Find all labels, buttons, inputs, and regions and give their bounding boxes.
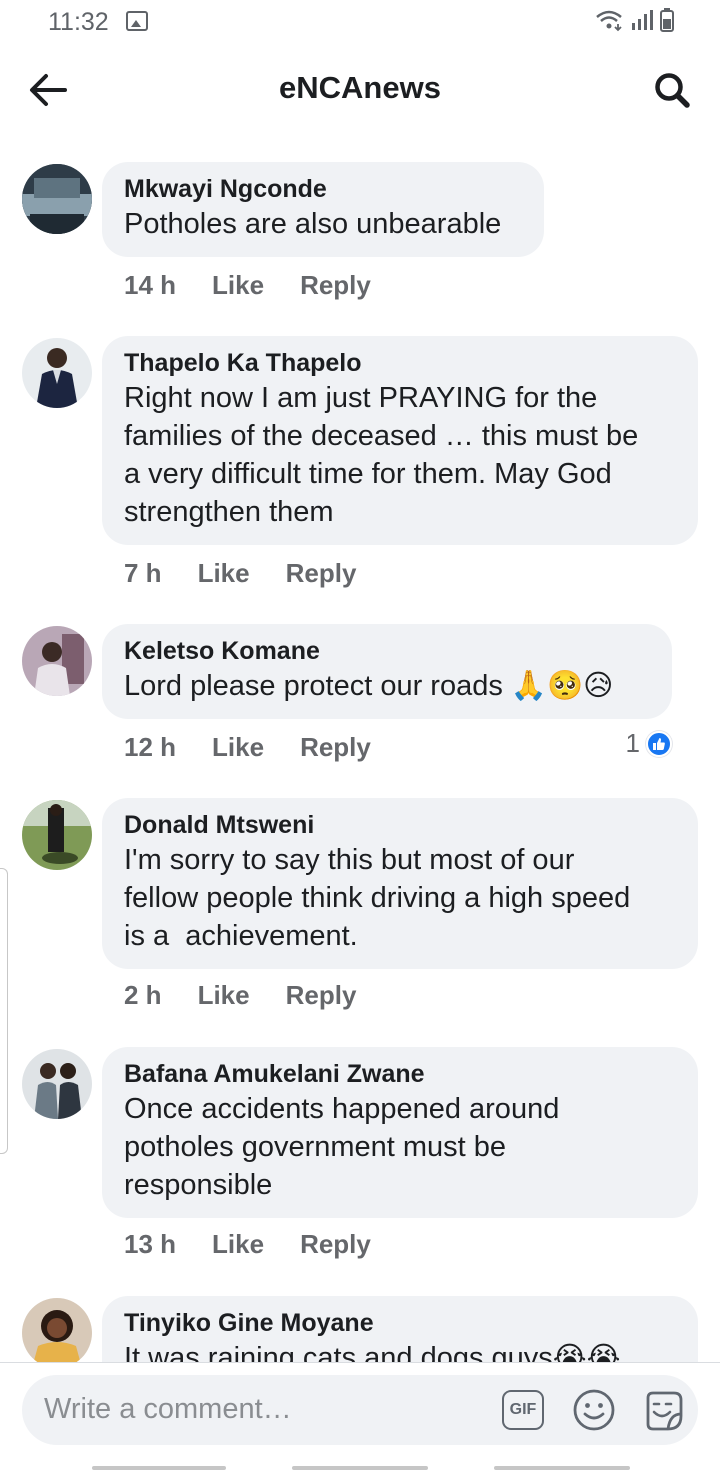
status-bar: 11:32 <box>0 0 720 44</box>
like-button[interactable]: Like <box>212 732 264 763</box>
gif-button[interactable]: GIF <box>502 1390 544 1430</box>
comment: Mkwayi Ngconde Potholes are also unbeara… <box>0 162 720 312</box>
comment-author[interactable]: Donald Mtsweni <box>124 809 676 841</box>
app-bar: eNCAnews <box>0 44 720 134</box>
comment: Donald Mtsweni I'm sorry to say this but… <box>0 798 720 1028</box>
comment-time[interactable]: 2 h <box>124 980 162 1011</box>
comment-text: Lord please protect our roads 🙏🥺😥 <box>124 670 614 702</box>
reply-button[interactable]: Reply <box>286 558 357 589</box>
comment: Tinyiko Gine Moyane It was raining cats … <box>0 1296 720 1362</box>
nav-back-indicator[interactable] <box>494 1466 630 1470</box>
comment-author[interactable]: Mkwayi Ngconde <box>124 173 522 205</box>
reply-button[interactable]: Reply <box>300 732 371 763</box>
avatar-image <box>22 338 92 408</box>
comment-actions: 2 h Like Reply <box>124 980 356 1011</box>
reply-button[interactable]: Reply <box>300 270 371 301</box>
reaction-summary[interactable]: 1 <box>626 728 672 759</box>
search-icon <box>655 73 690 108</box>
comment-actions: 14 h Like Reply <box>124 270 371 301</box>
nav-home-indicator[interactable] <box>292 1466 428 1470</box>
comment-time[interactable]: 12 h <box>124 732 176 763</box>
comment-text: I'm sorry to say this but most of our fe… <box>124 844 631 952</box>
signal-icon <box>632 10 653 30</box>
comment-bubble[interactable]: Tinyiko Gine Moyane It was raining cats … <box>102 1296 698 1362</box>
avatar[interactable] <box>22 1049 92 1119</box>
comment-bubble[interactable]: Keletso Komane Lord please protect our r… <box>102 624 672 719</box>
comment-bubble[interactable]: Donald Mtsweni I'm sorry to say this but… <box>102 798 698 969</box>
avatar[interactable] <box>22 626 92 696</box>
sticker-icon[interactable] <box>640 1388 686 1434</box>
comment-bubble[interactable]: Mkwayi Ngconde Potholes are also unbeara… <box>102 162 544 257</box>
comment-time[interactable]: 7 h <box>124 558 162 589</box>
reaction-count: 1 <box>625 728 640 758</box>
comment-bubble[interactable]: Bafana Amukelani Zwane Once accidents ha… <box>102 1047 698 1218</box>
thumbs-up-icon <box>646 730 672 757</box>
like-button[interactable]: Like <box>212 1229 264 1260</box>
comment-text: It was raining cats and dogs guys😭😭 <box>124 1342 621 1362</box>
nav-recents-indicator[interactable] <box>92 1466 226 1470</box>
status-icons <box>594 8 674 32</box>
comment-text: Once accidents happened around potholes … <box>124 1093 560 1201</box>
comment-input-placeholder: Write a comment… <box>44 1393 292 1425</box>
reply-button[interactable]: Reply <box>286 980 357 1011</box>
comment: Thapelo Ka Thapelo Right now I am just P… <box>0 336 720 596</box>
comment-input[interactable]: Write a comment… GIF <box>22 1375 698 1445</box>
comment-text: Potholes are also unbearable <box>124 208 502 240</box>
avatar-image <box>22 1049 92 1119</box>
comment-bubble[interactable]: Thapelo Ka Thapelo Right now I am just P… <box>102 336 698 545</box>
comment-actions: 12 h Like Reply <box>124 732 371 763</box>
avatar-image <box>22 800 92 870</box>
comment: Bafana Amukelani Zwane Once accidents ha… <box>0 1047 720 1277</box>
comment-composer-bar: Write a comment… GIF <box>0 1362 720 1458</box>
comment-actions: 13 h Like Reply <box>124 1229 371 1260</box>
comment-time[interactable]: 13 h <box>124 1229 176 1260</box>
like-button[interactable]: Like <box>198 980 250 1011</box>
reply-button[interactable]: Reply <box>300 1229 371 1260</box>
comments-list[interactable]: Mkwayi Ngconde Potholes are also unbeara… <box>0 134 720 1362</box>
comment-text: Right now I am just PRAYING for the fami… <box>124 382 639 528</box>
comment-time[interactable]: 14 h <box>124 270 176 301</box>
edge-panel-handle[interactable] <box>0 868 8 1154</box>
like-button[interactable]: Like <box>198 558 250 589</box>
avatar-image <box>22 626 92 696</box>
battery-icon <box>660 8 674 32</box>
avatar[interactable] <box>22 338 92 408</box>
wifi-icon <box>596 10 622 32</box>
status-time: 11:32 <box>48 8 109 36</box>
avatar[interactable] <box>22 1298 92 1362</box>
image-notification-icon <box>126 11 148 31</box>
page-title: eNCAnews <box>279 70 441 105</box>
comment-author[interactable]: Tinyiko Gine Moyane <box>124 1307 676 1339</box>
comment-author[interactable]: Keletso Komane <box>124 635 650 667</box>
comment-author[interactable]: Bafana Amukelani Zwane <box>124 1058 676 1090</box>
avatar-image <box>22 164 92 234</box>
comment-actions: 7 h Like Reply <box>124 558 356 589</box>
system-navigation-bar <box>0 1458 720 1480</box>
avatar[interactable] <box>22 164 92 234</box>
avatar[interactable] <box>22 800 92 870</box>
like-button[interactable]: Like <box>212 270 264 301</box>
comment-author[interactable]: Thapelo Ka Thapelo <box>124 347 676 379</box>
search-button[interactable] <box>650 68 694 112</box>
avatar-image <box>22 1298 92 1362</box>
comment: Keletso Komane Lord please protect our r… <box>0 624 720 774</box>
smiley-icon[interactable] <box>572 1388 616 1432</box>
